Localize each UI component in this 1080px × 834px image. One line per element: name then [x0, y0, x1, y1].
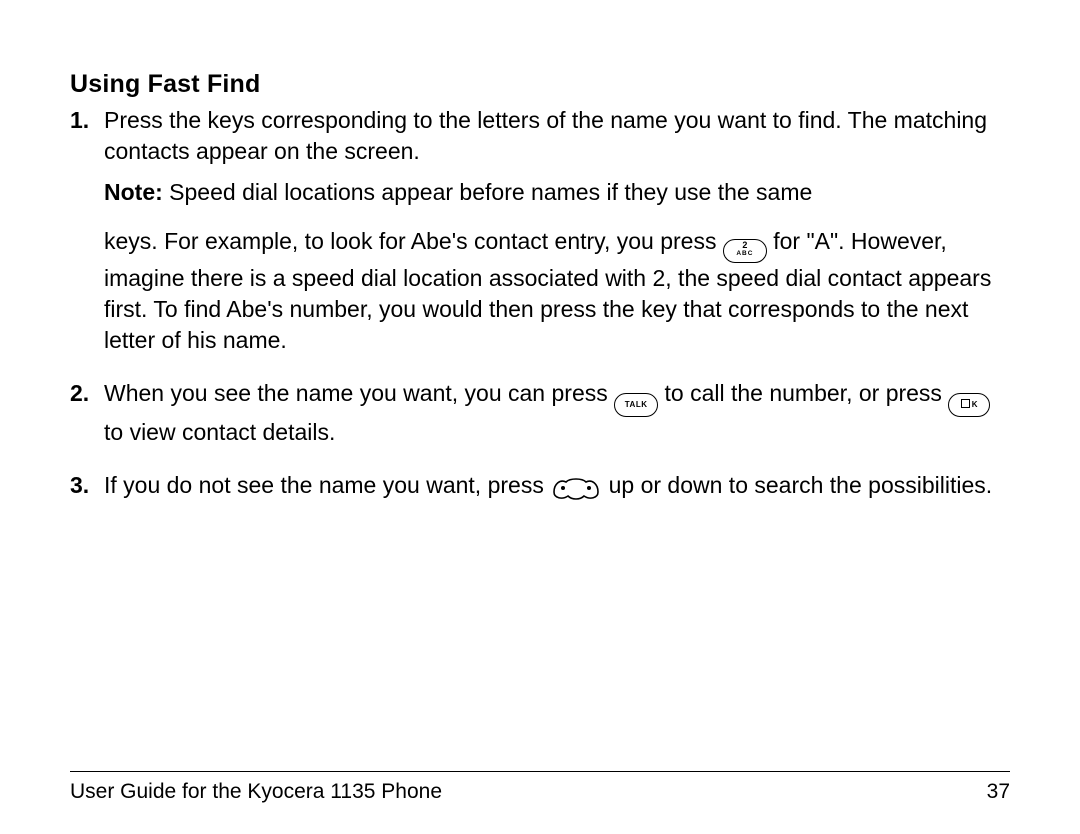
- key-2-letters: ABC: [727, 250, 763, 257]
- step-1-note-line2: keys. For example, to look for Abe's con…: [104, 226, 1010, 356]
- note-label: Note:: [104, 179, 163, 205]
- document-page: Using Fast Find Press the keys correspon…: [0, 0, 1080, 834]
- nav-key-icon: [550, 474, 602, 510]
- step-3-b: up or down to search the possibilities.: [609, 472, 993, 498]
- key-ok-text: K: [972, 400, 978, 409]
- step-2-b: to call the number, or press: [665, 380, 949, 406]
- step-2-a: When you see the name you want, you can …: [104, 380, 614, 406]
- steps-list: Press the keys corresponding to the lett…: [70, 105, 1010, 510]
- key-ok-label: K: [952, 394, 986, 416]
- step-1-text: Press the keys corresponding to the lett…: [104, 107, 987, 164]
- step-3: If you do not see the name you want, pre…: [104, 470, 1010, 510]
- footer-title: User Guide for the Kyocera 1135 Phone: [70, 780, 442, 804]
- step-3-a: If you do not see the name you want, pre…: [104, 472, 550, 498]
- step-2: When you see the name you want, you can …: [104, 378, 1010, 448]
- key-talk-icon: TALK: [614, 393, 658, 417]
- key-2abc-icon: 2 ABC: [723, 239, 767, 263]
- key-2-digit: 2: [727, 241, 763, 250]
- step-1: Press the keys corresponding to the lett…: [104, 105, 1010, 356]
- page-footer: User Guide for the Kyocera 1135 Phone 37: [70, 780, 1010, 804]
- footer-rule: [70, 771, 1010, 772]
- step-2-c: to view contact details.: [104, 419, 335, 445]
- key-talk-label: TALK: [618, 394, 654, 416]
- step-1-note-line1: Note: Speed dial locations appear before…: [104, 177, 1010, 208]
- note-text-1b: Speed dial locations appear before names…: [169, 179, 812, 205]
- key-ok-icon: K: [948, 393, 990, 417]
- note-text-2a: keys. For example, to look for Abe's con…: [104, 228, 723, 254]
- footer-page-number: 37: [987, 780, 1010, 804]
- section-heading: Using Fast Find: [70, 70, 1010, 99]
